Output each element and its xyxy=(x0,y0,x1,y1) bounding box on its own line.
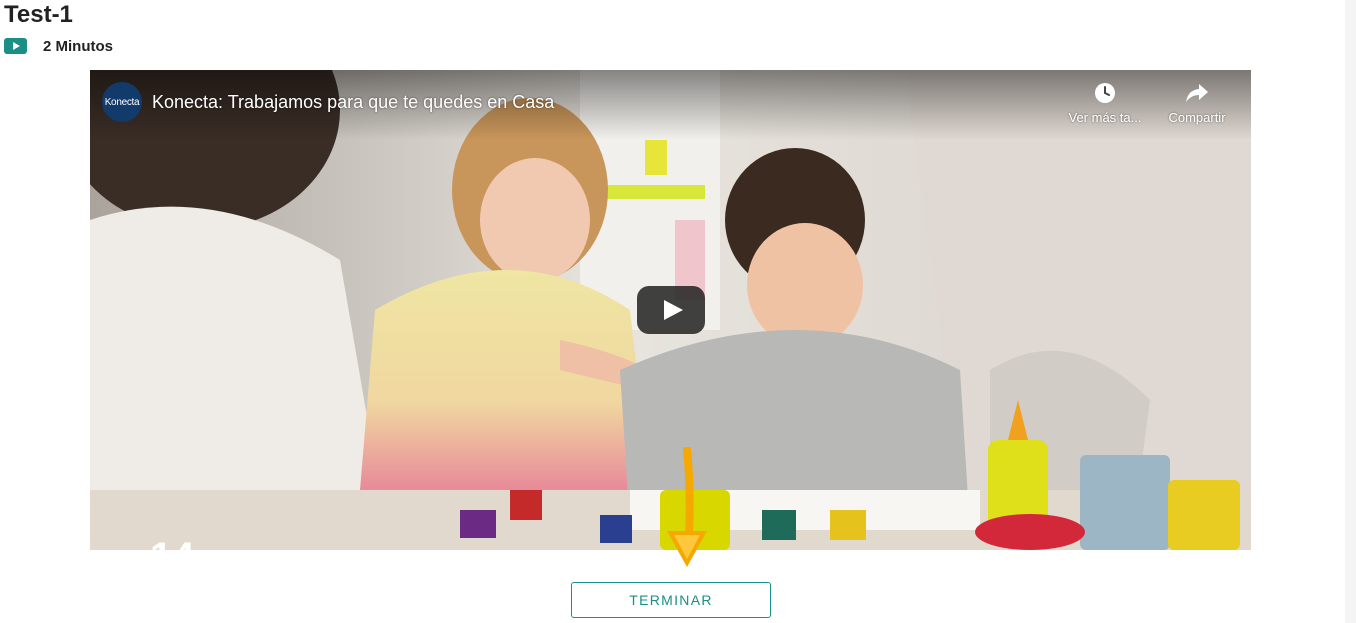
watch-later-label: Ver más ta... xyxy=(1068,110,1142,125)
watch-later-button[interactable]: Ver más ta... xyxy=(1060,82,1150,125)
down-arrow-icon xyxy=(667,447,707,567)
svg-text:14: 14 xyxy=(150,535,195,550)
finish-button[interactable]: TERMINAR xyxy=(571,582,771,618)
share-button[interactable]: Compartir xyxy=(1152,82,1242,125)
share-label: Compartir xyxy=(1168,110,1226,125)
video-title[interactable]: Konecta: Trabajamos para que te quedes e… xyxy=(152,92,554,113)
youtube-play-icon[interactable] xyxy=(637,286,705,334)
play-badge-icon xyxy=(4,38,27,54)
page-title: Test-1 xyxy=(4,1,73,28)
clock-icon xyxy=(1095,83,1115,103)
lesson-meta: 2 Minutos xyxy=(4,36,113,56)
share-arrow-icon xyxy=(1186,84,1208,102)
duration-label: 2 Minutos xyxy=(43,37,113,55)
scrollbar-track xyxy=(1345,0,1356,623)
channel-logo-text: Konecta xyxy=(104,96,140,108)
channel-logo[interactable]: Konecta xyxy=(102,82,142,122)
